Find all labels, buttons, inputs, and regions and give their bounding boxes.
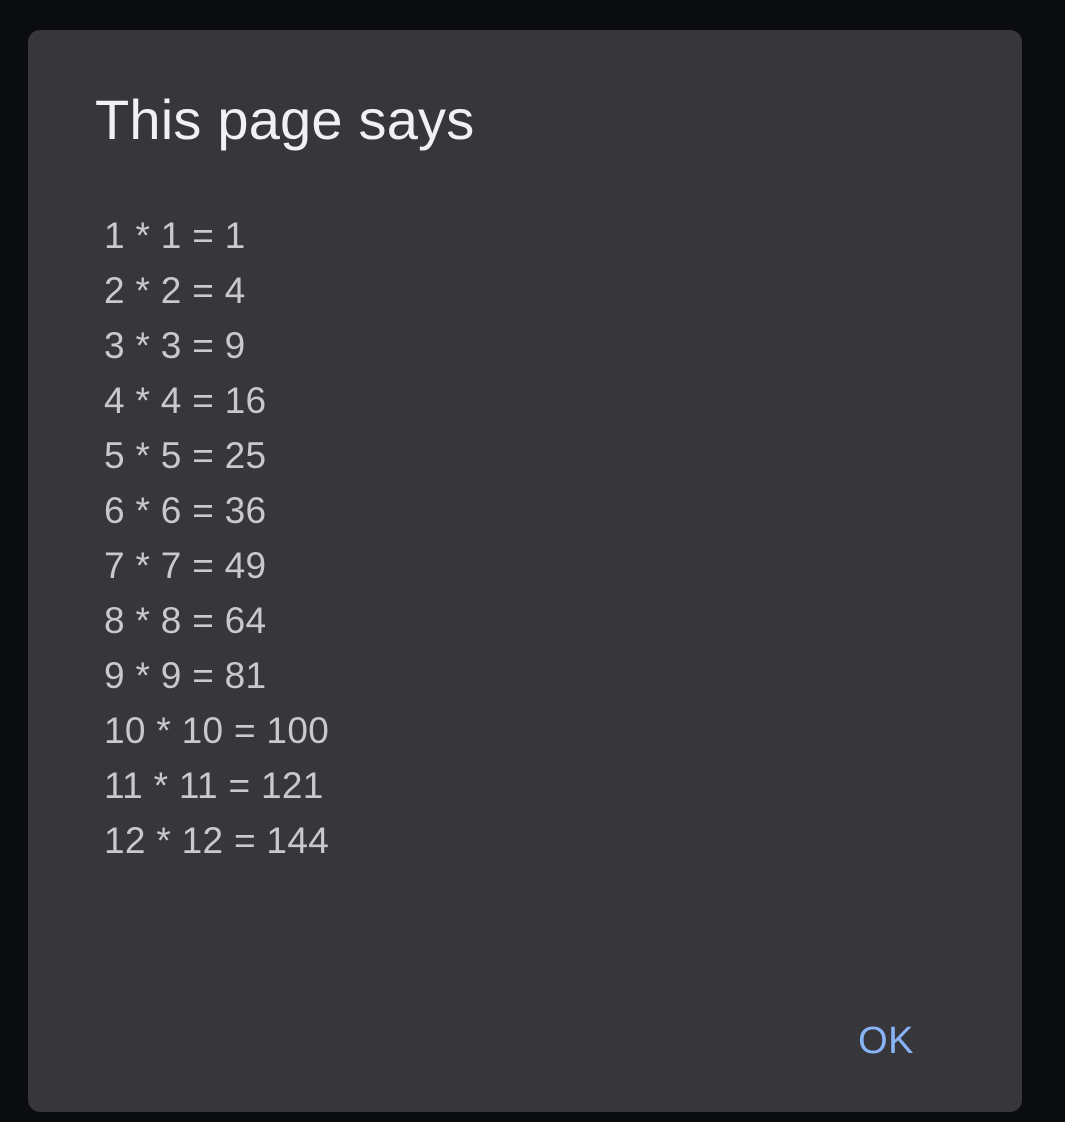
alert-dialog: This page says 1 * 1 = 1 2 * 2 = 4 3 * 3… — [28, 30, 1022, 1112]
message-line: 11 * 11 = 121 — [104, 765, 324, 806]
dialog-message: 1 * 1 = 1 2 * 2 = 4 3 * 3 = 9 4 * 4 = 16… — [104, 208, 329, 868]
message-line: 7 * 7 = 49 — [104, 545, 267, 586]
message-line: 5 * 5 = 25 — [104, 435, 267, 476]
message-line: 4 * 4 = 16 — [104, 380, 267, 421]
ok-button[interactable]: OK — [850, 1016, 922, 1067]
message-line: 1 * 1 = 1 — [104, 215, 246, 256]
message-line: 12 * 12 = 144 — [104, 820, 330, 861]
dialog-title: This page says — [95, 88, 475, 151]
message-line: 2 * 2 = 4 — [104, 270, 246, 311]
message-line: 10 * 10 = 100 — [104, 710, 330, 751]
message-line: 9 * 9 = 81 — [104, 655, 267, 696]
message-line: 3 * 3 = 9 — [104, 325, 246, 366]
message-line: 6 * 6 = 36 — [104, 490, 267, 531]
message-line: 8 * 8 = 64 — [104, 600, 267, 641]
